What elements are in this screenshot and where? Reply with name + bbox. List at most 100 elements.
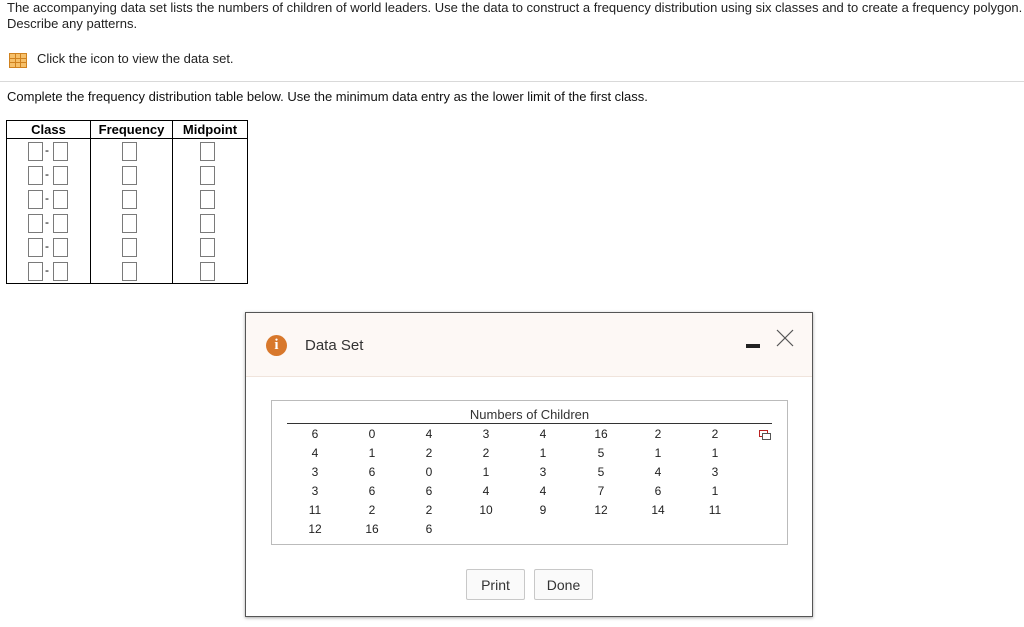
data-value: 4 — [425, 427, 433, 441]
class-cell: - — [6, 259, 91, 284]
print-button[interactable]: Print — [466, 569, 525, 600]
data-value: 14 — [651, 503, 665, 517]
data-value: 6 — [368, 484, 376, 498]
data-value: 2 — [425, 503, 433, 517]
class-lower-limit-input[interactable] — [28, 262, 43, 281]
frequency-input[interactable] — [122, 142, 137, 161]
data-value: 0 — [425, 465, 433, 479]
data-value: 12 — [594, 503, 608, 517]
class-upper-limit-input[interactable] — [53, 142, 68, 161]
data-value: 1 — [539, 446, 547, 460]
data-value: 7 — [597, 484, 605, 498]
minimize-button[interactable] — [746, 344, 760, 348]
class-upper-limit-input[interactable] — [53, 190, 68, 209]
data-value: 3 — [311, 484, 319, 498]
frequency-input[interactable] — [122, 166, 137, 185]
info-icon: i — [266, 335, 287, 356]
data-value: 2 — [711, 427, 719, 441]
frequency-cell — [90, 163, 173, 187]
data-value: 11 — [308, 503, 322, 517]
view-data-set-label: Click the icon to view the data set. — [37, 51, 234, 66]
frequency-cell — [90, 235, 173, 259]
table-row: - — [6, 187, 248, 211]
table-row: - — [6, 235, 248, 259]
data-value: 3 — [482, 427, 490, 441]
frequency-cell — [90, 211, 173, 235]
data-value: 4 — [654, 465, 662, 479]
class-upper-limit-input[interactable] — [53, 262, 68, 281]
header-frequency: Frequency — [90, 120, 173, 139]
frequency-input[interactable] — [122, 262, 137, 281]
data-value: 12 — [308, 522, 322, 536]
class-lower-limit-input[interactable] — [28, 238, 43, 257]
class-lower-limit-input[interactable] — [28, 166, 43, 185]
data-set-title: Numbers of Children — [469, 407, 590, 422]
data-set-rule — [287, 423, 772, 424]
table-row: - — [6, 259, 248, 284]
frequency-cell — [90, 138, 173, 163]
question-text: The accompanying data set lists the numb… — [7, 0, 1023, 31]
data-value: 10 — [479, 503, 493, 517]
data-value: 4 — [539, 427, 547, 441]
table-row: - — [6, 138, 248, 163]
class-cell: - — [6, 187, 91, 211]
data-value: 5 — [597, 446, 605, 460]
class-separator: - — [45, 143, 49, 157]
data-value: 2 — [425, 446, 433, 460]
data-value: 3 — [539, 465, 547, 479]
done-button[interactable]: Done — [534, 569, 593, 600]
frequency-cell — [90, 187, 173, 211]
class-cell: - — [6, 211, 91, 235]
frequency-input[interactable] — [122, 190, 137, 209]
dialog-header: i Data Set — [246, 313, 812, 377]
midpoint-input[interactable] — [200, 190, 215, 209]
class-lower-limit-input[interactable] — [28, 142, 43, 161]
class-cell: - — [6, 235, 91, 259]
frequency-input[interactable] — [122, 214, 137, 233]
data-value: 4 — [311, 446, 319, 460]
class-upper-limit-input[interactable] — [53, 166, 68, 185]
class-lower-limit-input[interactable] — [28, 214, 43, 233]
data-value: 6 — [425, 522, 433, 536]
data-value: 11 — [708, 503, 722, 517]
class-cell: - — [6, 138, 91, 163]
midpoint-input[interactable] — [200, 238, 215, 257]
data-value: 6 — [368, 465, 376, 479]
table-header-row: Class Frequency Midpoint — [6, 120, 248, 139]
close-icon[interactable] — [776, 329, 794, 347]
data-value: 5 — [597, 465, 605, 479]
dialog-title: Data Set — [305, 337, 364, 354]
data-value: 1 — [711, 446, 719, 460]
data-value: 1 — [368, 446, 376, 460]
data-set-dialog: i Data Set Numbers of Children 6 4 3 3 11 12 0… — [245, 312, 813, 617]
data-value: 6 — [311, 427, 319, 441]
class-upper-limit-input[interactable] — [53, 238, 68, 257]
copy-to-clipboard-icon[interactable] — [759, 430, 771, 441]
data-value: 6 — [425, 484, 433, 498]
data-value: 1 — [482, 465, 490, 479]
midpoint-cell — [172, 163, 248, 187]
midpoint-cell — [172, 235, 248, 259]
midpoint-input[interactable] — [200, 142, 215, 161]
class-separator: - — [45, 263, 49, 277]
data-value: 4 — [482, 484, 490, 498]
midpoint-cell — [172, 211, 248, 235]
data-value: 4 — [539, 484, 547, 498]
data-value: 2 — [654, 427, 662, 441]
data-value: 3 — [311, 465, 319, 479]
data-value: 16 — [594, 427, 608, 441]
data-value: 6 — [654, 484, 662, 498]
class-separator: - — [45, 215, 49, 229]
midpoint-input[interactable] — [200, 214, 215, 233]
data-value: 9 — [539, 503, 547, 517]
instruction-text: Complete the frequency distribution tabl… — [7, 89, 648, 104]
class-upper-limit-input[interactable] — [53, 214, 68, 233]
midpoint-input[interactable] — [200, 166, 215, 185]
class-lower-limit-input[interactable] — [28, 190, 43, 209]
midpoint-input[interactable] — [200, 262, 215, 281]
data-value: 2 — [368, 503, 376, 517]
data-value: 2 — [482, 446, 490, 460]
table-grid-icon[interactable] — [9, 53, 27, 68]
frequency-input[interactable] — [122, 238, 137, 257]
table-row: - — [6, 163, 248, 187]
